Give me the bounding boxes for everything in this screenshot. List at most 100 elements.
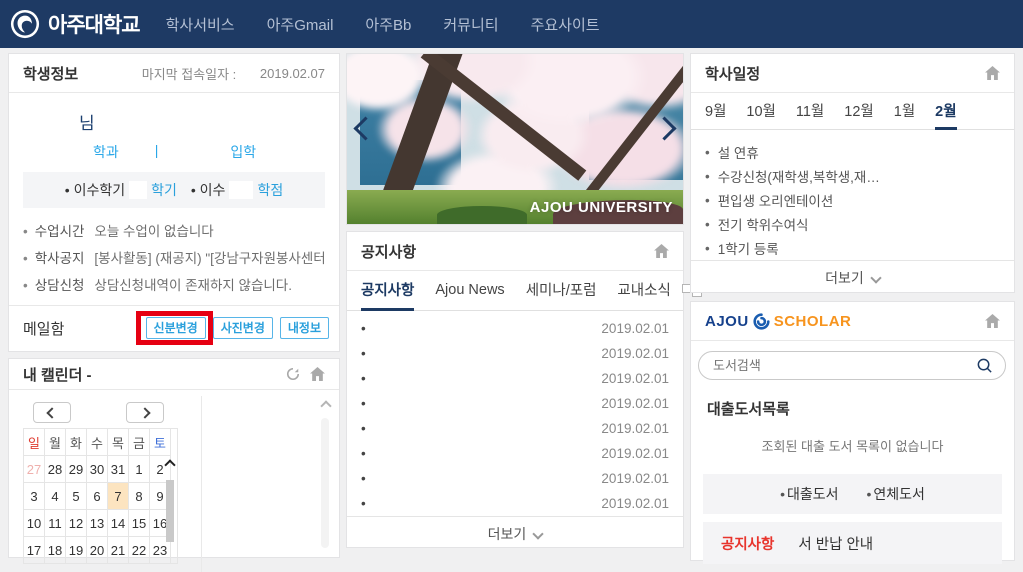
tab-세미나/포럼[interactable]: 세미나/포럼 [526,271,597,311]
schedule-item[interactable]: •수강신청(재학생,복학생,재… [705,164,1000,188]
side-scroll-up-icon[interactable] [320,400,331,411]
book-search-bar [698,351,1006,380]
nav-item-학사서비스[interactable]: 학사서비스 [166,14,235,35]
loan-tab-label: 대출도서 [787,486,839,502]
calendar-day-cell[interactable]: 13 [87,510,108,537]
nav-item-커뮤니티[interactable]: 커뮤니티 [443,14,498,35]
month-tab-9월[interactable]: 9월 [705,93,726,130]
notice-more-button[interactable]: 더보기 [347,516,683,550]
calendar-day-cell[interactable]: 19 [66,537,87,564]
button-내정보[interactable]: 내정보 [280,317,329,339]
university-logo[interactable]: 아주대학교 [10,9,140,39]
calendar-day-cell[interactable]: 17 [24,537,45,564]
month-tab-12월[interactable]: 12월 [844,93,873,130]
button-신분변경[interactable]: 신분변경 [146,317,206,339]
schedule-item[interactable]: •편입생 오리엔테이션 [705,188,1000,212]
calendar-day-cell[interactable]: 18 [45,537,66,564]
calendar-day-cell[interactable]: 21 [108,537,129,564]
calendar-day-cell[interactable]: 6 [87,483,108,510]
scholar-logo[interactable]: AJOU SCHOLAR [705,313,851,330]
scrollbar-thumb[interactable] [166,480,174,542]
schedule-item[interactable]: •전기 학위수여식 [705,212,1000,236]
calendar-day-cell[interactable]: 15 [129,510,150,537]
nav-item-아주Gmail[interactable]: 아주Gmail [267,14,334,35]
library-notice-text: 서 반납 안내 [798,533,873,554]
calendar-next-button[interactable] [126,402,164,423]
calendar-day-cell[interactable]: 4 [45,483,66,510]
calendar-day-cell[interactable]: 11 [45,510,66,537]
calendar-body: 일월화수목금토 27282930311234567891011121314151… [9,390,339,552]
month-tab-1월[interactable]: 1월 [894,93,915,130]
chevron-down-icon [533,528,544,539]
nav-item-아주Bb[interactable]: 아주Bb [365,14,411,35]
notice-item-date: 2019.02.01 [601,496,669,511]
book-search-input[interactable] [711,357,976,374]
info-row[interactable]: •수업시간오늘 수업이 없습니다 [23,224,325,240]
calendar-day-cell[interactable]: 3 [24,483,45,510]
schedule-more-button[interactable]: 더보기 [691,260,1014,294]
home-icon[interactable] [985,66,1000,80]
month-tab-2월[interactable]: 2월 [935,93,956,130]
notice-item[interactable]: •2019.02.01 [361,316,669,341]
calendar-day-cell[interactable]: 7 [108,483,129,510]
calendar-day-cell[interactable]: 30 [87,456,108,483]
calendar-day-header: 월 [45,429,66,456]
calendar-day-cell[interactable]: 1 [129,456,150,483]
calendar-prev-button[interactable] [33,402,71,423]
month-tab-10월[interactable]: 10월 [746,93,775,130]
bullet-icon: • [361,371,366,386]
scholar-swirl-icon [753,313,770,330]
notice-item[interactable]: •2019.02.01 [361,341,669,366]
last-access: 마지막 접속일자 : 2019.02.07 [142,64,325,83]
calendar-day-cell[interactable]: 8 [129,483,150,510]
notice-item[interactable]: •2019.02.01 [361,391,669,416]
loan-tab-대출도서[interactable]: •대출도서 [780,484,838,504]
month-tab-11월[interactable]: 11월 [796,93,824,130]
calendar-day-cell[interactable]: 14 [108,510,129,537]
info-row[interactable]: •상담신청상담신청내역이 존재하지 않습니다. [23,278,325,294]
calendar-day-cell[interactable]: 5 [66,483,87,510]
notice-item[interactable]: •2019.02.01 [361,441,669,466]
notice-item[interactable]: •2019.02.01 [361,491,669,516]
bullet-icon: • [23,251,28,267]
calendar-day-cell[interactable]: 10 [24,510,45,537]
tab-공지사항[interactable]: 공지사항 [361,271,414,311]
calendar-side-scrollbar[interactable] [321,418,329,548]
credit-stat-box: • 이수학기 학기 • 이수 학점 [23,172,325,208]
calendar-day-cell[interactable]: 20 [87,537,108,564]
schedule-item[interactable]: •1학기 등록 [705,236,1000,260]
schedule-item-text: 1학기 등록 [718,238,779,258]
info-label: 학사공지 [35,251,85,267]
mailbox-label[interactable]: 메일함 [23,318,64,339]
info-row[interactable]: •학사공지[봉사활동] (재공지) "[강남구자원봉사센터]… [23,251,325,267]
schedule-card: 학사일정 9월10월11월12월1월2월 •설 연휴•수강신청(재학생,복학생,… [690,53,1015,293]
calendar-day-cell[interactable]: 28 [45,456,66,483]
refresh-icon[interactable] [286,367,300,381]
button-사진변경[interactable]: 사진변경 [213,317,273,339]
schedule-item[interactable]: •설 연휴 [705,140,1000,164]
my-calendar-card: 내 캘린더 - 일월화수목금토 272829303112345678910111… [8,358,340,558]
library-notice-label: 공지사항 [721,533,774,554]
home-icon[interactable] [654,244,669,258]
calendar-day-cell[interactable]: 31 [108,456,129,483]
notice-item[interactable]: •2019.02.01 [361,466,669,491]
mailbox-row: 메일함 신분변경 사진변경 내정보 [9,305,339,351]
nav-menu: 학사서비스 아주Gmail 아주Bb 커뮤니티 주요사이트 [166,14,600,35]
notice-item[interactable]: •2019.02.01 [361,416,669,441]
bullet-icon: • [361,471,366,486]
nav-item-주요사이트[interactable]: 주요사이트 [531,14,600,35]
calendar-day-cell[interactable]: 12 [66,510,87,537]
home-icon[interactable] [985,314,1000,328]
library-notice-row[interactable]: 공지사항 서 반납 안내 [703,522,1002,564]
student-panel-title: 학생정보 [23,63,78,84]
tab-Ajou News[interactable]: Ajou News [435,271,504,311]
loan-tab-연체도서[interactable]: •연체도서 [867,484,925,504]
home-icon[interactable] [310,367,325,381]
calendar-day-cell[interactable]: 27 [24,456,45,483]
calendar-inner-scrollbar[interactable] [163,428,178,564]
notice-item[interactable]: •2019.02.01 [361,366,669,391]
search-icon[interactable] [976,357,993,374]
calendar-day-cell[interactable]: 29 [66,456,87,483]
tab-교내소식[interactable]: 교내소식 [617,271,670,311]
calendar-day-cell[interactable]: 22 [129,537,150,564]
